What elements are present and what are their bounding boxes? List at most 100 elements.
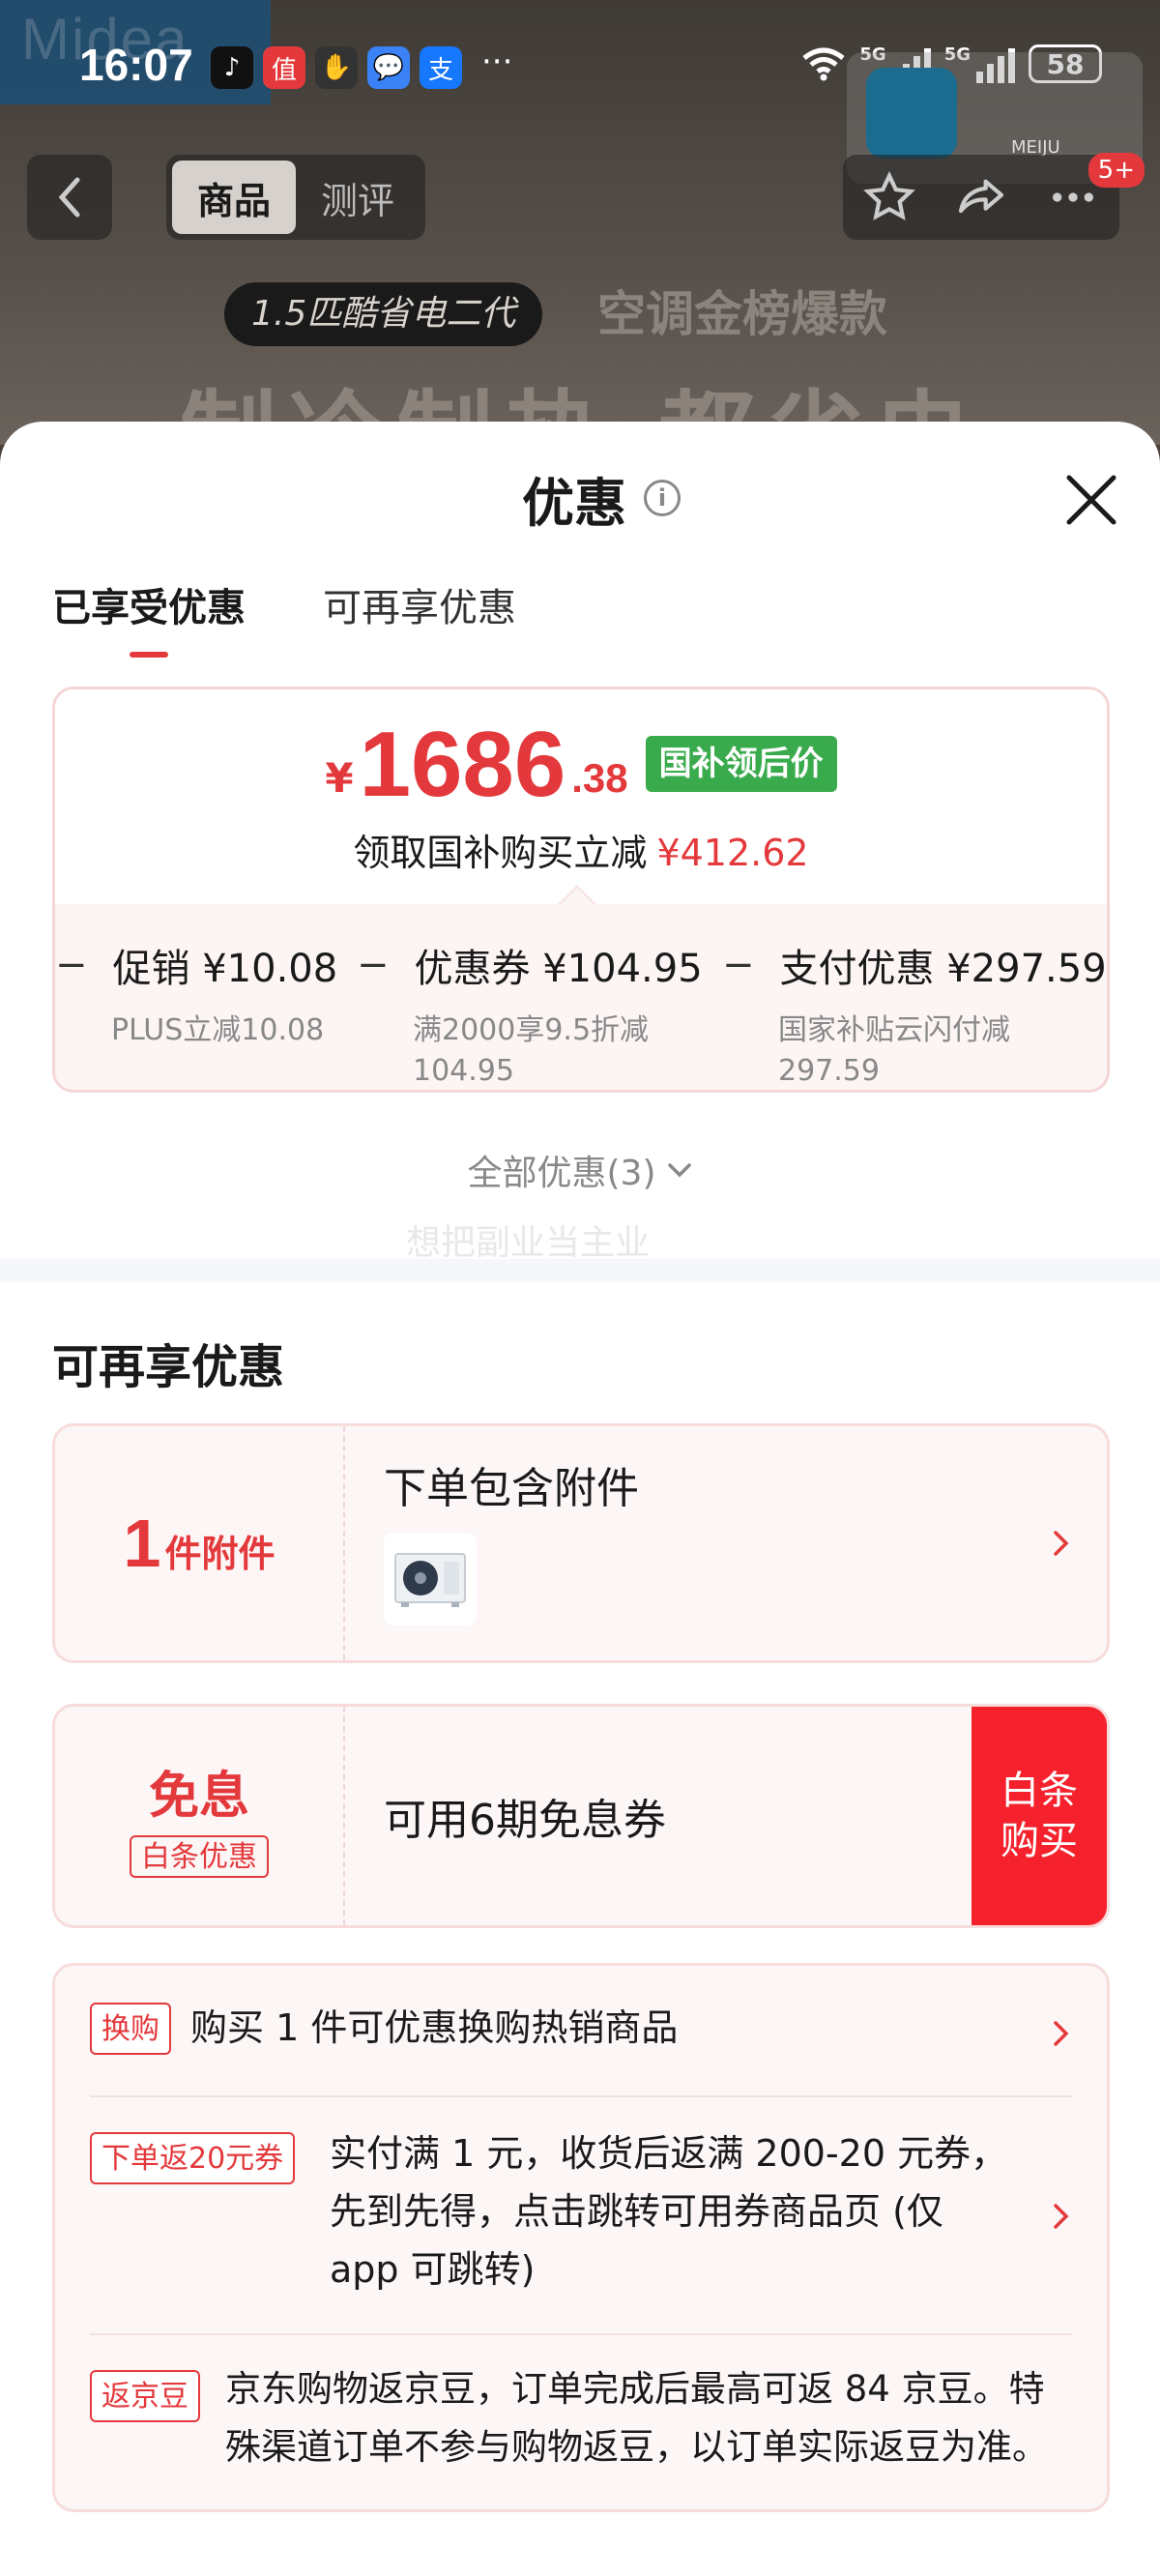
chevron-down-icon [667, 1163, 691, 1178]
baitiao-buy-line2: 购买 [1000, 1819, 1078, 1863]
status-time: 16:07 [79, 40, 193, 90]
coupon-return-line: 实付满 1 元，收货后返满 200-20 元券， [330, 2132, 1008, 2175]
breakdown-promotion: − 促销 ¥10.08 PLUS立减10.08 [55, 937, 337, 1051]
promo-pill: 1.5匹酷省电二代 [224, 282, 543, 346]
share-icon[interactable] [954, 170, 1008, 224]
message-icon: 💬 [367, 46, 410, 89]
exchange-tag: 换购 [90, 2003, 171, 2055]
chevron-right-icon [1054, 2021, 1069, 2046]
list-item-exchange[interactable]: 换购 购买 1 件可优惠换购热销商品 [90, 1995, 1072, 2072]
accessory-offer-card[interactable]: 1 件附件 下单包含附件 [52, 1423, 1110, 1663]
baitiao-buy-button[interactable]: 白条 购买 [972, 1707, 1107, 1925]
interest-free-details: 可用6期免息券 [384, 1707, 972, 1925]
baitiao-buy-line1: 白条 [1000, 1769, 1078, 1813]
alipay-icon: 支 [420, 46, 462, 89]
interest-free-offer-card: 免息 白条优惠 可用6期免息券 白条 购买 [52, 1704, 1110, 1928]
coupon-return-tag: 下单返20元券 [90, 2132, 296, 2184]
section-title-more-discounts: 可再享优惠 [52, 1340, 285, 1394]
breakdown-payment: − 支付优惠 ¥297.59 国家补贴云闪付减 297.59 [722, 937, 1107, 1090]
baitiao-discount-tag: 白条优惠 [130, 1834, 269, 1878]
hand-icon: ✋ [315, 46, 358, 89]
shopping-app-icon: 值 [263, 46, 305, 89]
breakdown-title: 促销 ¥10.08 [112, 947, 338, 991]
price-reduction-line: 领取国补购买立减 ¥412.62 [55, 823, 1107, 876]
tiktok-icon: ♪ [211, 46, 253, 89]
accessory-unit: 件附件 [164, 1533, 276, 1575]
breakdown-title: 优惠券 ¥104.95 [414, 947, 703, 991]
product-tabs: 商品 测评 [166, 155, 425, 240]
accessory-number: 1 [123, 1506, 161, 1581]
ac-unit-icon [394, 1553, 466, 1607]
price-decimal: .38 [571, 755, 628, 801]
list-item-coupon-return[interactable]: 下单返20元券 实付满 1 元，收货后返满 200-20 元券， 先到先得，点击… [90, 2124, 1072, 2308]
final-price: ¥ 1686 .38 国补领后价 [55, 718, 1107, 811]
meiju-app-icon [866, 68, 957, 159]
all-offers-label: 全部优惠(3) [467, 1154, 656, 1193]
coupon-return-line: app 可跳转) [330, 2248, 536, 2291]
row-divider [90, 2333, 1072, 2335]
all-offers-toggle[interactable]: 全部优惠(3) [0, 1145, 1160, 1195]
coupon-return-text: 实付满 1 元，收货后返满 200-20 元券， 先到先得，点击跳转可用券商品页… [330, 2124, 1024, 2298]
final-price-card: ¥ 1686 .38 国补领后价 领取国补购买立减 ¥412.62 − 促销 ¥10… [52, 687, 1110, 1093]
interest-free-badge: 免息 白条优惠 [55, 1707, 345, 1925]
minus-sign: − [722, 943, 755, 987]
background-product-page: Midea 16:07 ♪ 值 ✋ 💬 支 ··· 5G 5G 58 MEIJU… [0, 0, 1160, 445]
reduction-label: 领取国补购买立减 [353, 832, 648, 874]
jingdou-text: 京东购物返京豆，订单完成后最高可返 84 京豆。特 殊渠道订单不参与购物返豆，以… [225, 2360, 1072, 2476]
section-divider [0, 1259, 1160, 1282]
notification-badge: 5+ [1088, 153, 1145, 188]
status-bar: 16:07 ♪ 值 ✋ 💬 支 ··· 5G 5G 58 MEIJU [0, 39, 1160, 184]
chevron-right-icon [1054, 1531, 1069, 1556]
jingdou-line: 殊渠道订单不参与购物返豆，以订单实际返豆为准。 [225, 2426, 1048, 2468]
watermark-text: 想把副业当主业 [406, 1223, 651, 1263]
promo-headline: 空调金榜爆款 [597, 286, 887, 342]
sheet-title: 优惠 [522, 472, 626, 534]
discount-breakdown: − 促销 ¥10.08 PLUS立减10.08 − 优惠券 ¥104.95 满200… [55, 885, 1107, 1090]
breakdown-desc-amount: 297.59 [778, 1054, 880, 1088]
breakdown-coupon: − 优惠券 ¥104.95 满2000享9.5折减 104.95 [357, 937, 703, 1090]
tab-enjoyed-discounts[interactable]: 已享受优惠 [52, 576, 246, 644]
tab-review[interactable]: 测评 [296, 161, 420, 234]
minus-sign: − [357, 943, 390, 987]
subsidy-price-tag: 国补领后价 [645, 736, 837, 792]
star-icon[interactable] [862, 170, 916, 224]
price-currency: ¥ [325, 754, 354, 802]
interest-free-text: 可用6期免息券 [384, 1796, 666, 1845]
tab-product[interactable]: 商品 [172, 161, 296, 234]
wifi-icon [802, 47, 845, 81]
info-icon[interactable]: i [644, 480, 681, 516]
exchange-text: 购买 1 件可优惠换购热销商品 [190, 2006, 679, 2049]
ac-outdoor-unit-thumbnail[interactable] [384, 1533, 477, 1625]
price-integer: 1686 [359, 713, 566, 816]
discount-sheet: 优惠 i 已享受优惠 可再享优惠 ¥ 1686 .38 国补领后价 领取国补购买… [0, 422, 1160, 2576]
jingdou-tag: 返京豆 [90, 2370, 200, 2422]
row-divider [90, 2095, 1072, 2097]
breakdown-title: 支付优惠 ¥297.59 [779, 947, 1107, 991]
close-button[interactable] [1063, 472, 1119, 528]
accessory-count: 1 件附件 [55, 1426, 345, 1660]
back-button[interactable] [27, 155, 112, 240]
extra-offers-list: 换购 购买 1 件可优惠换购热销商品 下单返20元券 实付满 1 元，收货后返满… [52, 1963, 1110, 2512]
discount-tabs: 已享受优惠 可再享优惠 [52, 576, 516, 644]
breakdown-desc: 国家补贴云闪付减 [778, 1013, 1010, 1047]
chevron-right-icon [1054, 2204, 1069, 2229]
tab-more-discounts[interactable]: 可再享优惠 [323, 576, 516, 644]
status-more-icon: ··· [481, 43, 513, 81]
minus-sign: − [55, 943, 88, 987]
list-item-jingdou: 返京豆 京东购物返京豆，订单完成后最高可返 84 京豆。特 殊渠道订单不参与购物… [90, 2360, 1072, 2486]
breakdown-desc-amount: 104.95 [413, 1054, 514, 1088]
breakdown-desc: PLUS立减10.08 [111, 1013, 325, 1047]
product-nav: 商品 测评 5+ [0, 153, 1160, 242]
accessory-title: 下单包含附件 [384, 1464, 639, 1513]
status-app-icons: ♪ 值 ✋ 💬 支 [211, 46, 462, 89]
accessory-details: 下单包含附件 [384, 1426, 1107, 1660]
reduction-amount: ¥412.62 [656, 832, 809, 874]
jingdou-line: 京东购物返京豆，订单完成后最高可返 84 京豆。特 [225, 2368, 1045, 2410]
breakdown-desc: 满2000享9.5折减 [413, 1013, 650, 1047]
coupon-return-line: 先到先得，点击跳转可用券商品页 (仅 [330, 2190, 943, 2233]
back-arrow-icon [58, 177, 80, 218]
interest-free-label: 免息 [148, 1767, 249, 1826]
product-actions [843, 155, 1119, 240]
sheet-header: 优惠 i [522, 464, 681, 534]
price-summary: ¥ 1686 .38 国补领后价 领取国补购买立减 ¥412.62 [55, 689, 1107, 904]
